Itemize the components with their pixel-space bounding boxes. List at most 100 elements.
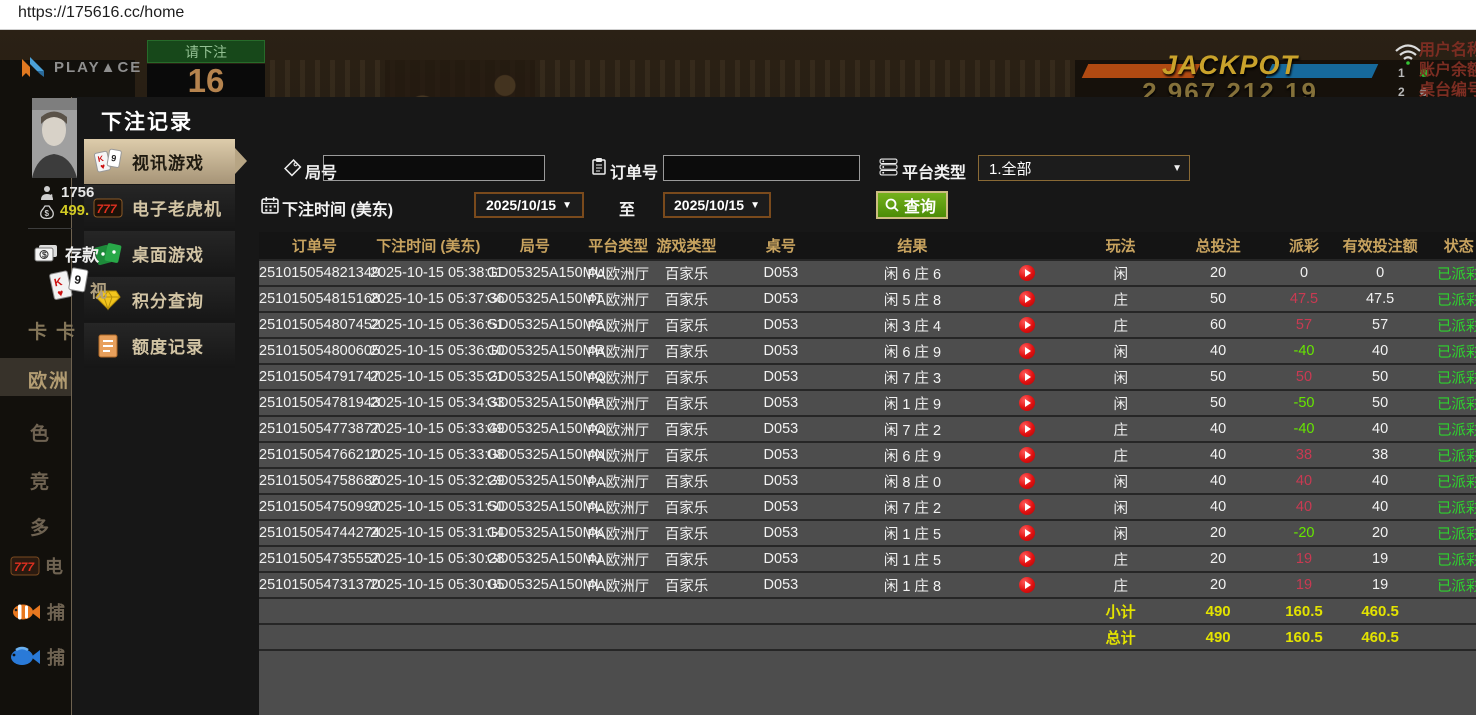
sidebar-item-kaka[interactable]: 卡卡 — [28, 317, 84, 344]
cell-valid: 19 — [1342, 546, 1419, 572]
table-header-row: 订单号 下注时间 (美东) 局号 平台类型 游戏类型 桌号 结果 玩法 总投注 … — [259, 232, 1476, 260]
date-to-select[interactable]: 2025/10/15 ▼ — [663, 192, 771, 218]
menu-item-slots[interactable]: 777 电子老虎机 — [84, 185, 235, 230]
cell-platform: PA欧洲厅 — [583, 546, 654, 572]
cell-game: 百家乐 — [654, 260, 720, 286]
cell-time: 2025-10-15 05:33:08 — [370, 442, 487, 468]
records-table: 订单号 下注时间 (美东) 局号 平台类型 游戏类型 桌号 结果 玩法 总投注 … — [259, 232, 1476, 651]
menu-item-table-games[interactable]: 桌面游戏 — [84, 231, 235, 276]
replay-play-icon[interactable] — [1019, 291, 1035, 307]
sidebar-item-jing[interactable]: 竞 — [30, 467, 58, 494]
cell-status: 已派彩 — [1418, 546, 1476, 572]
menu-label-slots: 电子老虎机 — [132, 195, 222, 220]
sidebar-item-europe[interactable]: 欧洲 — [28, 366, 96, 393]
header-time: 下注时间 (美东) — [370, 232, 487, 260]
replay-play-icon[interactable] — [1019, 343, 1035, 359]
sidebar-item-fishing-2[interactable]: 捕 — [8, 644, 65, 670]
cell-time: 2025-10-15 05:33:49 — [370, 416, 487, 442]
avatar — [32, 98, 77, 178]
replay-play-icon[interactable] — [1019, 447, 1035, 463]
total-valid: 460.5 — [1342, 624, 1419, 650]
cell-status: 已派彩 — [1418, 468, 1476, 494]
calendar-icon — [261, 196, 279, 219]
sidebar-divider — [28, 228, 72, 229]
cell-round: GD05325A150MR — [487, 338, 583, 364]
replay-play-icon[interactable] — [1019, 577, 1035, 593]
round-icon — [284, 159, 302, 182]
user-id-row: * 1756 — [40, 184, 94, 201]
cell-bet: 40 — [1170, 468, 1266, 494]
cell-game: 百家乐 — [654, 546, 720, 572]
header-replay — [982, 232, 1071, 260]
modal-title: 下注记录 — [101, 106, 193, 136]
order-number-label: 订单号 — [610, 159, 658, 183]
replay-cell — [982, 546, 1071, 572]
browser-address-bar[interactable]: https://175616.cc/home — [0, 0, 1476, 30]
replay-play-icon[interactable] — [1019, 369, 1035, 385]
app-root: https://175616.cc/home PLAY▲CE 请下注 16 JA… — [0, 0, 1476, 715]
cell-valid: 40 — [1342, 468, 1419, 494]
cell-table_no: D053 — [719, 260, 842, 286]
platform-type-select[interactable]: 1.全部 ▼ — [978, 155, 1190, 181]
replay-play-icon[interactable] — [1019, 317, 1035, 333]
svg-text:777: 777 — [14, 560, 35, 574]
replay-cell — [982, 338, 1071, 364]
sidebar-item-fishing-1[interactable]: 捕 — [10, 599, 65, 625]
deposit-text: 存款 — [65, 241, 99, 266]
bet-countdown-label: 请下注 — [147, 40, 265, 63]
cell-payout: 38 — [1266, 442, 1342, 468]
cell-time: 2025-10-15 05:34:33 — [370, 390, 487, 416]
video-games-cards-icon[interactable]: K ♥ 9 — [48, 266, 92, 309]
table-row: 2510150548151682025-10-15 05:37:36GD0532… — [259, 286, 1476, 312]
replay-play-icon[interactable] — [1019, 395, 1035, 411]
sidebar-item-duo[interactable]: 多 — [30, 513, 58, 540]
date-from-select[interactable]: 2025/10/15 ▼ — [474, 192, 584, 218]
svg-text:*: * — [50, 194, 53, 200]
replay-play-icon[interactable] — [1019, 551, 1035, 567]
cell-round: GD05325A150MI — [487, 572, 583, 598]
menu-item-video-games[interactable]: K ♥ 9 视讯游戏 — [84, 139, 235, 184]
cell-payout: 40 — [1266, 468, 1342, 494]
cell-order: 251015054758686 — [259, 468, 370, 494]
replay-play-icon[interactable] — [1019, 265, 1035, 281]
query-button[interactable]: 查询 — [876, 191, 948, 219]
cell-game: 百家乐 — [654, 390, 720, 416]
sidebar-item-slots[interactable]: 777 电 — [10, 553, 63, 579]
header-result: 结果 — [842, 232, 982, 260]
cell-status: 已派彩 — [1418, 390, 1476, 416]
replay-play-icon[interactable] — [1019, 421, 1035, 437]
cell-payout: -40 — [1266, 338, 1342, 364]
replay-cell — [982, 260, 1071, 286]
menu-item-quota[interactable]: 额度记录 — [84, 323, 235, 368]
header-play: 玩法 — [1071, 232, 1170, 260]
total-bet: 490 — [1170, 624, 1266, 650]
cell-time: 2025-10-15 05:31:50 — [370, 494, 487, 520]
cell-round: GD05325A150MU — [487, 260, 583, 286]
cell-status: 已派彩 — [1418, 520, 1476, 546]
replay-play-icon[interactable] — [1019, 473, 1035, 489]
user-id-text: 1756 — [61, 184, 94, 201]
header-round: 局号 — [487, 232, 583, 260]
cell-table_no: D053 — [719, 338, 842, 364]
menu-label-video-games: 视讯游戏 — [132, 149, 204, 174]
header-order: 订单号 — [259, 232, 370, 260]
order-number-input[interactable] — [663, 155, 860, 181]
round-number-input[interactable] — [323, 155, 545, 181]
table-row: 2510150547738772025-10-15 05:33:49GD0532… — [259, 416, 1476, 442]
cell-order: 251015054800605 — [259, 338, 370, 364]
sidebar-item-se[interactable]: 色 — [30, 419, 58, 446]
date-to-value: 2025/10/15 — [674, 197, 744, 213]
cell-round: GD05325A150M... — [487, 468, 583, 494]
replay-play-icon[interactable] — [1019, 525, 1035, 541]
replay-play-icon[interactable] — [1019, 499, 1035, 515]
cell-payout: 19 — [1266, 546, 1342, 572]
url-text[interactable]: https://175616.cc/home — [18, 4, 184, 22]
svg-text:$: $ — [45, 209, 50, 218]
deposit-button[interactable]: $ 存款 — [34, 241, 99, 266]
cell-result: 闲 1 庄 8 — [842, 572, 982, 598]
records-table-container: 订单号 下注时间 (美东) 局号 平台类型 游戏类型 桌号 结果 玩法 总投注 … — [259, 232, 1476, 715]
cell-platform: PA欧洲厅 — [583, 338, 654, 364]
cell-order: 251015054773877 — [259, 416, 370, 442]
header-table: 桌号 — [719, 232, 842, 260]
replay-cell — [982, 520, 1071, 546]
